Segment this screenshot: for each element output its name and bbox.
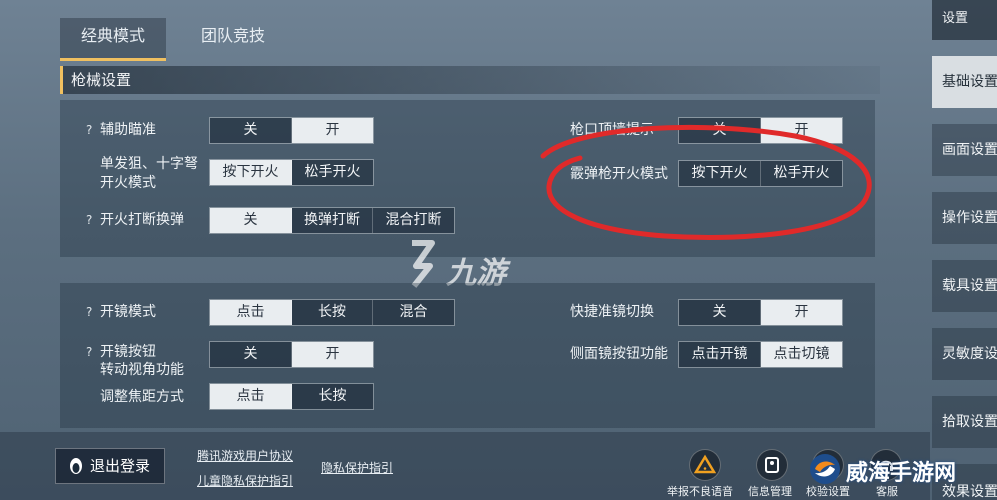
weihai-watermark: 威海手游网 xyxy=(808,452,956,490)
weihai-logo-icon xyxy=(810,454,840,484)
side-scope-button-label: 侧面镜按钮功能 xyxy=(570,346,668,362)
fire-interrupt-reload[interactable]: 换弹打断 xyxy=(292,208,373,233)
help-icon[interactable]: ? xyxy=(86,123,92,137)
aim-assist-off[interactable]: 关 xyxy=(210,118,292,143)
logout-label: 退出登录 xyxy=(90,457,151,475)
tab-team-deathmatch[interactable]: 团队竞技 xyxy=(180,18,286,58)
scope-button-label-2: 转动视角功能 xyxy=(100,362,184,378)
shotgun-fire-mode: 按下开火 松手开火 xyxy=(678,160,843,187)
scope-button-label-1: 开镜按钮 xyxy=(100,344,156,360)
sidebar-item-graphics[interactable]: 画面设置 xyxy=(932,124,997,176)
fire-interrupt-mixed[interactable]: 混合打断 xyxy=(373,208,454,233)
aim-assist-toggle: 关 开 xyxy=(209,117,374,144)
quick-scope-off[interactable]: 关 xyxy=(679,300,761,325)
tab-classic-mode[interactable]: 经典模式 xyxy=(60,18,166,61)
scope-mode-selector: 点击 长按 混合 xyxy=(209,299,455,326)
fire-interrupt-off[interactable]: 关 xyxy=(210,208,292,233)
wall-hint-label: 枪口顶墙提示 xyxy=(570,122,654,138)
side-scope-switch[interactable]: 点击切镜 xyxy=(761,342,842,367)
wall-hint-off[interactable]: 关 xyxy=(679,118,761,143)
sidebar-item-sensitivity[interactable]: 灵敏度设置 xyxy=(932,328,997,380)
quick-scope-on[interactable]: 开 xyxy=(761,300,842,325)
penguin-icon xyxy=(70,458,82,474)
scope-mode-tap[interactable]: 点击 xyxy=(210,300,292,325)
aim-assist-on[interactable]: 开 xyxy=(292,118,373,143)
single-shot-release-fire[interactable]: 松手开火 xyxy=(292,160,373,185)
side-scope-open[interactable]: 点击开镜 xyxy=(679,342,761,367)
info-management-icon[interactable] xyxy=(756,449,788,481)
scope-mode-label: 开镜模式 xyxy=(100,304,156,320)
aim-assist-label: 辅助瞄准 xyxy=(100,122,156,138)
scope-button-on[interactable]: 开 xyxy=(292,342,373,367)
focus-adjust-selector: 点击 长按 xyxy=(209,383,374,410)
report-voice-label: 举报不良语音 xyxy=(667,485,733,498)
sidebar-item-controls[interactable]: 操作设置 xyxy=(932,192,997,244)
help-icon[interactable]: ? xyxy=(86,305,92,319)
weihai-text: 威海手游网 xyxy=(846,461,957,486)
tencent-user-agreement-link[interactable]: 腾讯游戏用户协议 xyxy=(197,447,293,464)
single-shot-press-fire[interactable]: 按下开火 xyxy=(210,160,292,185)
help-icon[interactable]: ? xyxy=(86,345,92,359)
quick-scope-switch-label: 快捷准镜切换 xyxy=(570,304,654,320)
report-voice-icon[interactable] xyxy=(689,449,721,481)
single-shot-fire-mode: 按下开火 松手开火 xyxy=(209,159,374,186)
focus-adjust-tap[interactable]: 点击 xyxy=(210,384,292,409)
wall-hint-on[interactable]: 开 xyxy=(761,118,842,143)
fire-interrupt-label: 开火打断换弹 xyxy=(100,212,184,228)
scope-button-toggle: 关 开 xyxy=(209,341,374,368)
single-shot-label-1: 单发狙、十字弩 xyxy=(100,156,198,172)
focus-adjust-hold[interactable]: 长按 xyxy=(292,384,373,409)
wall-hint-toggle: 关 开 xyxy=(678,117,843,144)
shotgun-fire-label: 霰弹枪开火模式 xyxy=(570,166,668,182)
info-management-label: 信息管理 xyxy=(748,485,792,498)
sidebar-item-pickup[interactable]: 拾取设置 xyxy=(932,396,997,448)
shotgun-press-fire[interactable]: 按下开火 xyxy=(679,161,761,186)
settings-header: 设置 xyxy=(932,0,997,40)
child-privacy-link[interactable]: 儿童隐私保护指引 xyxy=(197,472,293,489)
scope-mode-mixed[interactable]: 混合 xyxy=(373,300,454,325)
quick-scope-switch-toggle: 关 开 xyxy=(678,299,843,326)
help-icon[interactable]: ? xyxy=(86,213,92,227)
jiuyou-logo-icon xyxy=(411,240,435,288)
scope-button-off[interactable]: 关 xyxy=(210,342,292,367)
sidebar-item-basic[interactable]: 基础设置 xyxy=(932,56,997,108)
fire-interrupt-selector: 关 换弹打断 混合打断 xyxy=(209,207,455,234)
single-shot-label-2: 开火模式 xyxy=(100,175,156,191)
shotgun-release-fire[interactable]: 松手开火 xyxy=(761,161,842,186)
section-title: 枪械设置 xyxy=(60,66,880,94)
privacy-policy-link[interactable]: 隐私保护指引 xyxy=(321,459,393,476)
focus-adjust-label: 调整焦距方式 xyxy=(100,389,184,405)
sidebar-item-vehicle[interactable]: 载具设置 xyxy=(932,260,997,312)
logout-button[interactable]: 退出登录 xyxy=(55,448,165,484)
side-scope-button-selector: 点击开镜 点击切镜 xyxy=(678,341,843,368)
scope-mode-hold[interactable]: 长按 xyxy=(292,300,373,325)
